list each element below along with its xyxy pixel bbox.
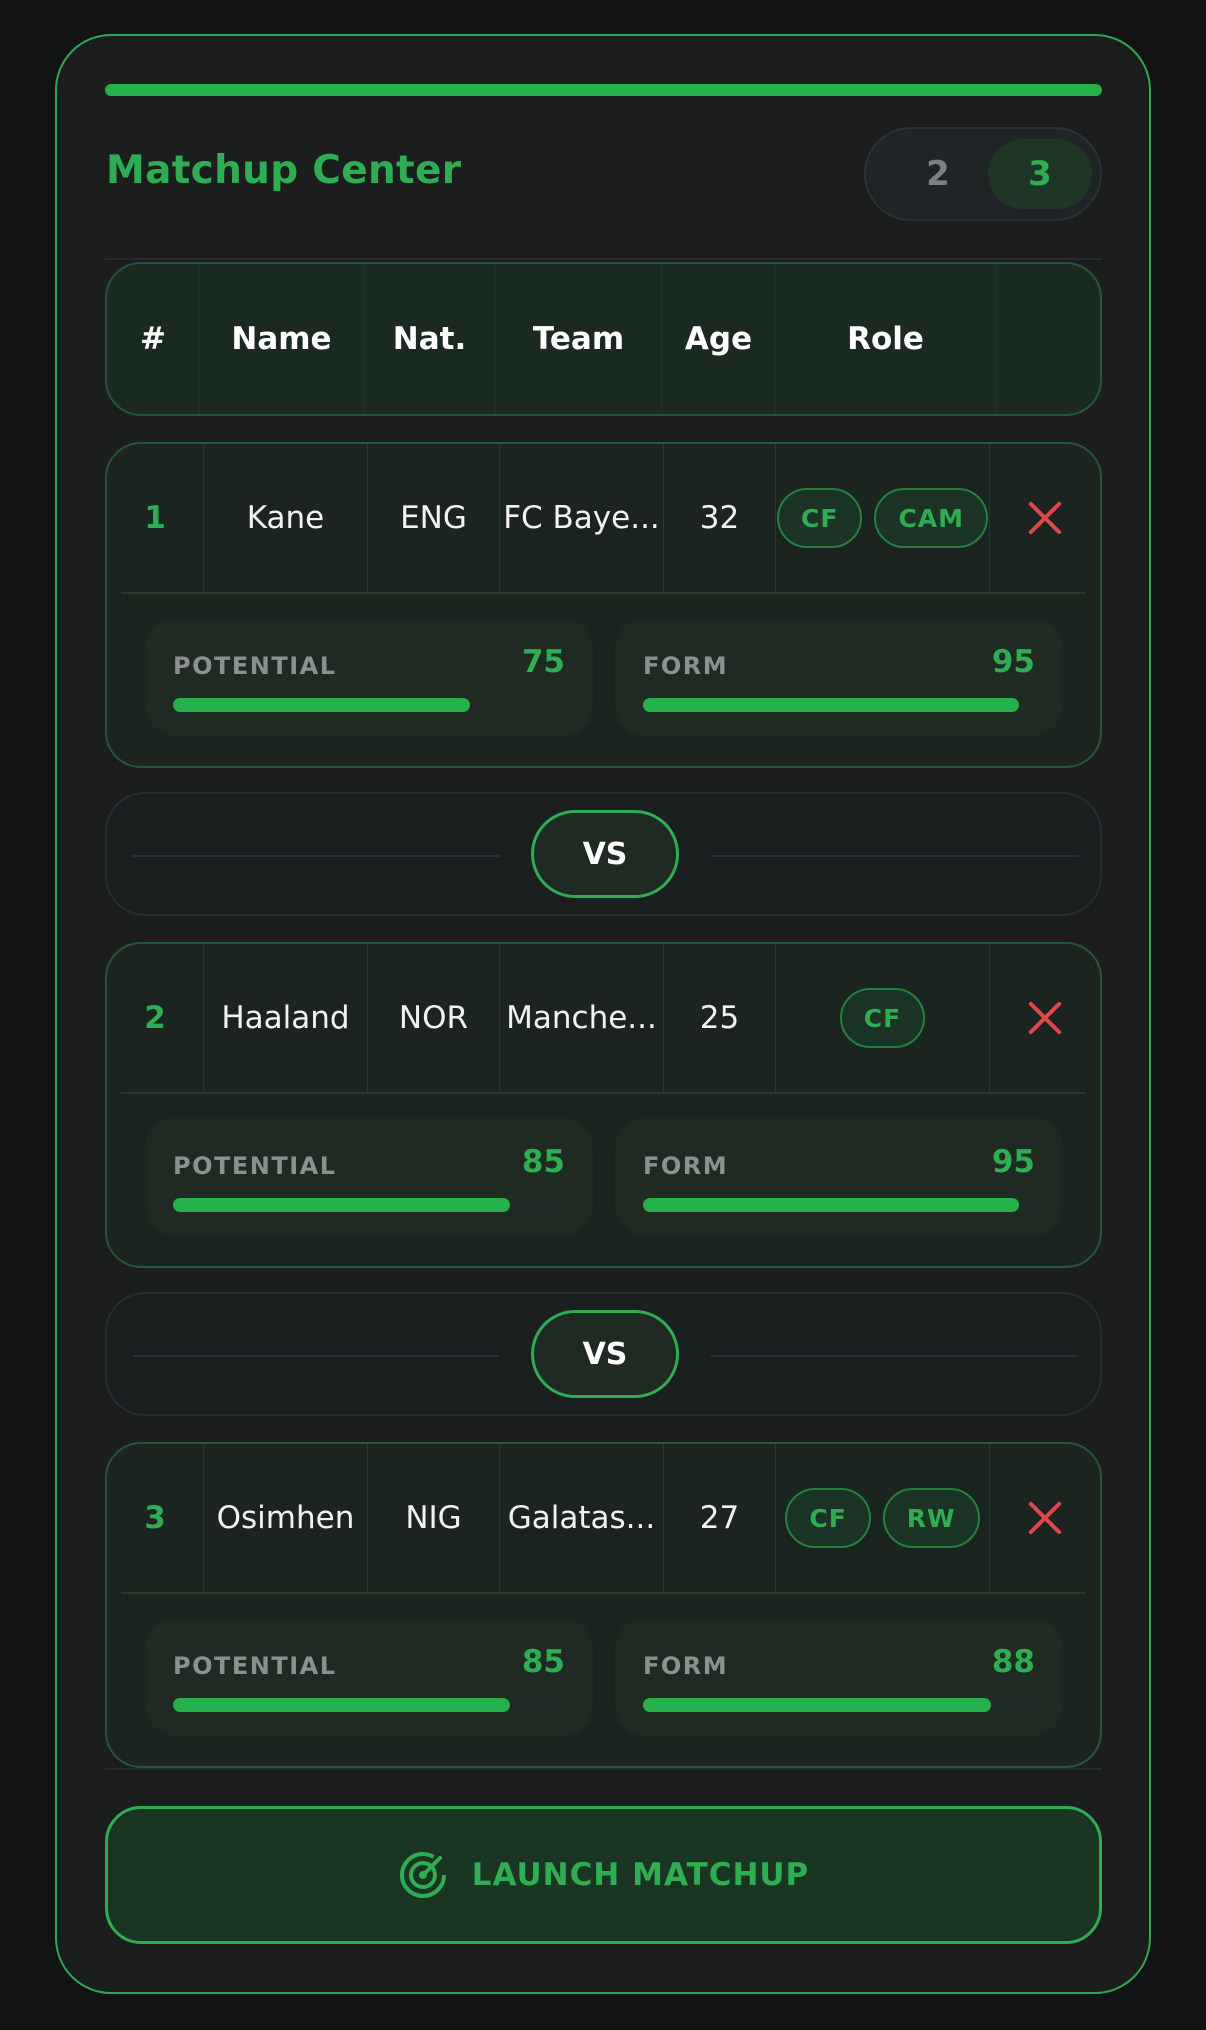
form-bar (643, 698, 1039, 712)
row-divider (121, 1592, 1086, 1594)
form-stat: FORM 95 (615, 618, 1063, 736)
form-label: FORM (643, 1152, 729, 1180)
potential-label: POTENTIAL (173, 1152, 337, 1180)
role-tag[interactable]: CF (839, 988, 926, 1048)
form-label: FORM (643, 1652, 729, 1680)
vs-badge: VS (531, 810, 679, 898)
remove-player-icon[interactable] (1025, 1498, 1065, 1538)
table-header: # Name Nat. Team Age Role (105, 262, 1102, 416)
accent-bar (105, 84, 1102, 96)
player-name: Haaland (221, 1000, 350, 1036)
remove-player-icon[interactable] (1025, 498, 1065, 538)
player-row: 1 Kane ENG FC Baye... 32 CF CAM POTENTIA… (105, 442, 1102, 768)
col-header-name: Name (231, 321, 332, 357)
potential-stat: POTENTIAL 85 (145, 1618, 593, 1736)
role-tag[interactable]: RW (882, 1488, 980, 1548)
launch-matchup-label: LAUNCH MATCHUP (471, 1857, 810, 1893)
player-nationality: ENG (400, 500, 467, 536)
role-tag[interactable]: CF (777, 488, 863, 548)
potential-bar-fill (173, 1198, 510, 1212)
form-bar-fill (643, 1198, 1020, 1212)
potential-value: 85 (521, 1644, 565, 1680)
col-header-role: Role (847, 321, 924, 357)
form-bar (643, 1198, 1039, 1212)
page-title: Matchup Center (106, 148, 462, 193)
potential-stat: POTENTIAL 85 (145, 1118, 593, 1236)
player-nationality: NIG (405, 1500, 462, 1536)
form-bar (643, 1698, 1039, 1712)
form-label: FORM (643, 652, 729, 680)
row-divider (121, 592, 1086, 594)
player-row: 3 Osimhen NIG Galatas... 27 CF RW POTENT… (105, 1442, 1102, 1768)
divider (105, 1768, 1102, 1770)
segment-option-2[interactable]: 2 (886, 139, 990, 209)
player-team: Manche... (506, 1000, 657, 1036)
segment-option-3[interactable]: 3 (988, 139, 1092, 209)
player-age: 27 (699, 1500, 740, 1536)
potential-bar (173, 698, 569, 712)
potential-value: 85 (521, 1144, 565, 1180)
radar-icon (399, 1852, 446, 1898)
player-rank: 3 (144, 1500, 166, 1536)
potential-bar (173, 1698, 569, 1712)
player-age: 25 (699, 1000, 740, 1036)
player-team: FC Baye... (503, 500, 660, 536)
launch-matchup-button[interactable]: LAUNCH MATCHUP (105, 1806, 1102, 1944)
form-stat: FORM 95 (615, 1118, 1063, 1236)
versus-divider: VS (105, 1292, 1102, 1416)
form-value: 95 (991, 1144, 1035, 1180)
player-age: 32 (699, 500, 740, 536)
versus-divider: VS (105, 792, 1102, 916)
potential-bar-fill (173, 698, 470, 712)
row-divider (121, 1092, 1086, 1094)
divider (105, 258, 1102, 260)
form-bar-fill (643, 698, 1020, 712)
form-bar-fill (643, 1698, 992, 1712)
player-name: Kane (246, 500, 325, 536)
potential-bar (173, 1198, 569, 1212)
role-tag[interactable]: CF (785, 1488, 871, 1548)
potential-bar-fill (173, 1698, 510, 1712)
role-tag[interactable]: CAM (874, 488, 989, 548)
player-rank: 2 (144, 1000, 166, 1036)
remove-player-icon[interactable] (1025, 998, 1065, 1038)
potential-stat: POTENTIAL 75 (145, 618, 593, 736)
col-header-nat: Nat. (392, 321, 467, 357)
potential-value: 75 (521, 644, 565, 680)
form-value: 88 (991, 1644, 1035, 1680)
col-header-rank: # (140, 321, 166, 357)
col-header-team: Team (532, 321, 625, 357)
count-segmented-control: 2 3 (864, 127, 1102, 221)
col-header-age: Age (684, 321, 753, 357)
player-rank: 1 (144, 500, 166, 536)
potential-label: POTENTIAL (173, 1652, 337, 1680)
vs-badge: VS (531, 1310, 679, 1398)
player-row: 2 Haaland NOR Manche... 25 CF POTENTIAL … (105, 942, 1102, 1268)
form-value: 95 (991, 644, 1035, 680)
player-name: Osimhen (216, 1500, 355, 1536)
form-stat: FORM 88 (615, 1618, 1063, 1736)
potential-label: POTENTIAL (173, 652, 337, 680)
player-nationality: NOR (398, 1000, 469, 1036)
player-team: Galatas... (507, 1500, 656, 1536)
